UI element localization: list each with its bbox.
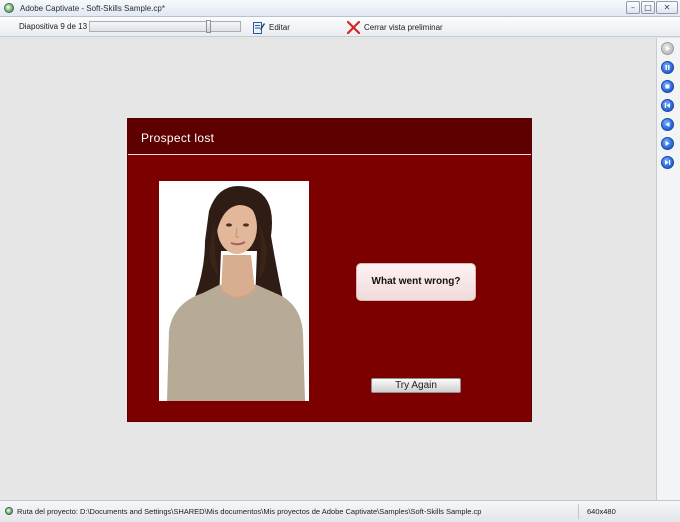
- pause-icon: [665, 65, 670, 70]
- last-slide-button[interactable]: [661, 156, 674, 169]
- close-preview-button[interactable]: Cerrar vista preliminar: [347, 19, 443, 35]
- close-window-button[interactable]: ✕: [656, 1, 678, 14]
- edit-label: Editar: [269, 22, 290, 32]
- pause-button[interactable]: [661, 61, 674, 74]
- what-went-wrong-button[interactable]: What went wrong?: [356, 263, 476, 301]
- window-title: Adobe Captivate - Soft-Skills Sample.cp*: [20, 3, 165, 13]
- project-path: Ruta del proyecto: D:\Documents and Sett…: [17, 507, 482, 516]
- slider-thumb[interactable]: [206, 20, 211, 33]
- status-bar: Ruta del proyecto: D:\Documents and Sett…: [0, 500, 680, 522]
- last-slide-icon: [665, 160, 671, 165]
- stop-button[interactable]: [661, 80, 674, 93]
- slide-counter: Diapositiva 9 de 13: [19, 22, 88, 31]
- red-x-icon: [347, 20, 360, 34]
- window-controls: – □ ✕: [626, 1, 678, 14]
- slide-progress-slider[interactable]: [89, 20, 241, 33]
- stop-icon: [665, 84, 670, 89]
- edit-slide-icon: [253, 22, 265, 34]
- previous-slide-icon: [665, 122, 670, 127]
- minimize-button[interactable]: –: [626, 1, 640, 14]
- status-divider: [578, 504, 579, 519]
- next-slide-button[interactable]: [661, 137, 674, 150]
- next-slide-icon: [665, 141, 670, 146]
- woman-portrait-image: [159, 181, 309, 401]
- title-bar: Adobe Captivate - Soft-Skills Sample.cp*…: [0, 0, 680, 17]
- try-again-button[interactable]: Try Again: [371, 378, 461, 393]
- previous-slide-button[interactable]: [661, 118, 674, 131]
- maximize-button[interactable]: □: [641, 1, 655, 14]
- edit-button[interactable]: Editar: [253, 19, 290, 35]
- captivate-app-icon: [4, 3, 14, 13]
- slide-canvas: Prospect lost What went wrong? Try Again: [127, 118, 532, 422]
- resolution-readout: 640x480: [587, 507, 616, 516]
- preview-toolbar: Diapositiva 9 de 13 Editar Cerrar vista …: [0, 17, 680, 37]
- character-photo: [159, 181, 309, 401]
- project-icon: [5, 507, 13, 515]
- first-slide-button[interactable]: [661, 99, 674, 112]
- close-preview-label: Cerrar vista preliminar: [364, 22, 443, 32]
- first-slide-icon: [664, 103, 670, 108]
- play-icon: [666, 46, 670, 51]
- play-button[interactable]: [661, 42, 674, 55]
- playback-control-rail: [656, 38, 680, 500]
- header-divider: [128, 154, 531, 155]
- slide-title: Prospect lost: [141, 131, 215, 145]
- slide-header: Prospect lost: [128, 119, 531, 155]
